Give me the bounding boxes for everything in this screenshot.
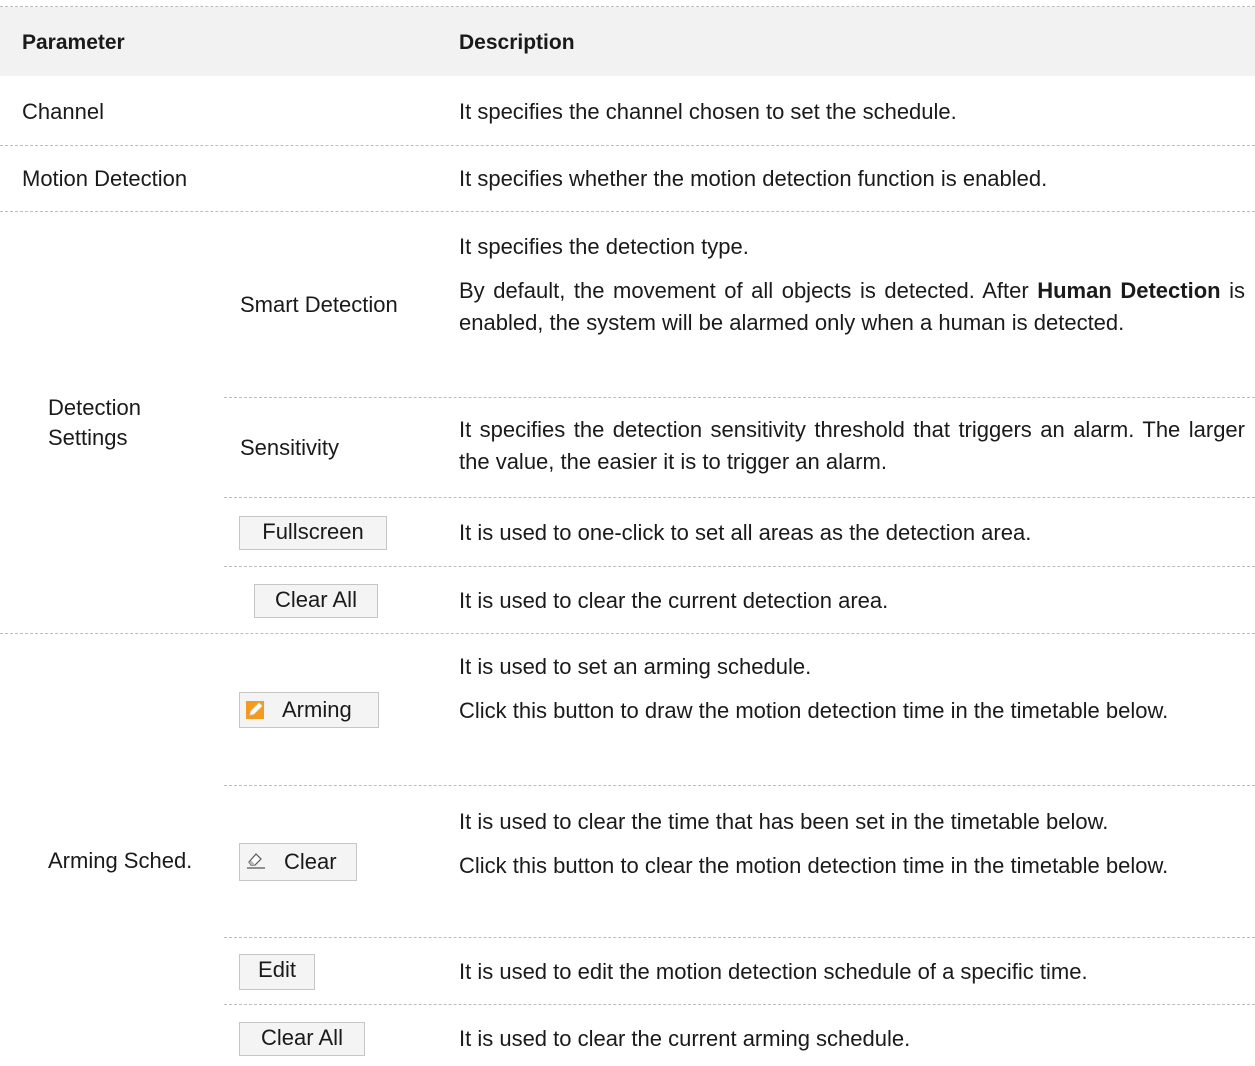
label-sensitivity: Sensitivity: [240, 435, 340, 460]
arming-button[interactable]: Arming: [239, 692, 379, 728]
param-channel: Channel: [22, 99, 104, 124]
desc-edit: It is used to edit the motion detection …: [459, 959, 1088, 984]
desc-smart-detection-line1: It specifies the detection type.: [459, 234, 749, 259]
desc-detection-clear-all: It is used to clear the current detectio…: [459, 588, 889, 613]
row-divider: [0, 145, 1255, 146]
eraser-icon: [247, 853, 265, 869]
desc-clear: It is used to clear the time that has be…: [459, 806, 1245, 882]
pencil-icon: [246, 701, 264, 719]
row-divider: [224, 497, 1255, 498]
desc-arming-clear-all: It is used to clear the current arming s…: [459, 1026, 911, 1051]
row-divider: [0, 211, 1255, 212]
label-smart-detection: Smart Detection: [240, 292, 398, 317]
arming-clear-all-button[interactable]: Clear All: [239, 1022, 365, 1056]
param-motion-detection: Motion Detection: [22, 166, 188, 191]
row-divider: [224, 397, 1255, 398]
fullscreen-button[interactable]: Fullscreen: [239, 516, 387, 550]
row-divider: [224, 785, 1255, 786]
row-divider: [224, 1004, 1255, 1005]
desc-fullscreen: It is used to one-click to set all areas…: [459, 520, 1032, 545]
header-description: Description: [459, 31, 575, 54]
desc-smart-detection-line2: By default, the movement of all objects …: [459, 278, 1246, 335]
row-divider: [0, 633, 1255, 634]
table-header: [0, 7, 1255, 76]
param-detection-settings: Detection Settings: [48, 395, 141, 450]
detection-clear-all-button[interactable]: Clear All: [254, 584, 378, 618]
desc-motion-detection: It specifies whether the motion detectio…: [459, 166, 1048, 191]
desc-clear-line2: Click this button to clear the motion de…: [459, 853, 1169, 878]
desc-smart-detection: It specifies the detection type. By defa…: [459, 231, 1245, 339]
param-arming-sched: Arming Sched.: [48, 848, 193, 873]
clear-button[interactable]: Clear: [239, 843, 357, 881]
desc-sensitivity: It specifies the detection sensitivity t…: [459, 417, 1245, 474]
desc-arming-line1: It is used to set an arming schedule.: [459, 654, 812, 679]
desc-clear-line1: It is used to clear the time that has be…: [459, 809, 1109, 834]
desc-arming-line2: Click this button to draw the motion det…: [459, 698, 1169, 723]
row-divider: [224, 566, 1255, 567]
desc-channel: It specifies the channel chosen to set t…: [459, 99, 957, 124]
desc-arming: It is used to set an arming schedule. Cl…: [459, 651, 1245, 727]
row-divider: [224, 937, 1255, 938]
header-parameter: Parameter: [22, 31, 125, 54]
edit-button[interactable]: Edit: [239, 954, 315, 990]
arming-button-label: Arming: [282, 697, 352, 722]
clear-button-label: Clear: [284, 849, 337, 874]
